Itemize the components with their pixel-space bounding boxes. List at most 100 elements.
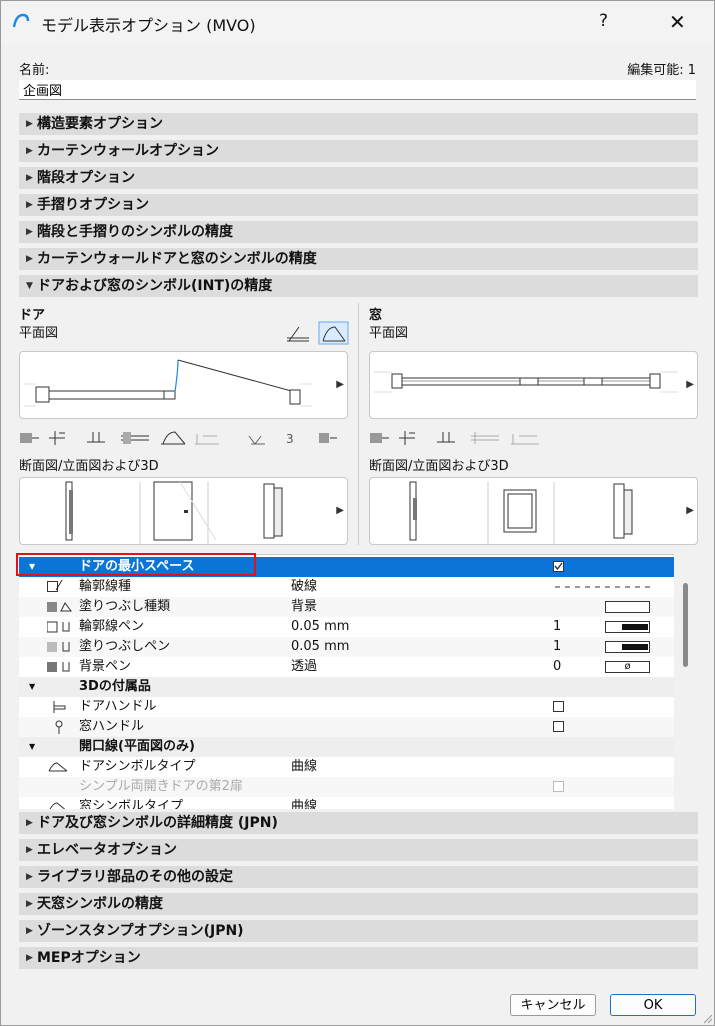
tree-row-window-symbol-type[interactable]: 窓シンボルタイプ 曲線 <box>19 797 674 809</box>
window-swing-icon <box>49 802 66 809</box>
second-leaf-checkbox <box>553 777 564 797</box>
section-cw-door-window-symbol[interactable]: ▶ カーテンウォールドアと窓のシンボルの精度 <box>19 248 698 270</box>
window-3d-preview[interactable]: ▶ <box>369 477 698 545</box>
door-fill-icon[interactable] <box>20 433 39 443</box>
window-handle-checkbox[interactable] <box>553 717 564 737</box>
preview-arrow-icon[interactable]: ▶ <box>336 505 344 516</box>
close-button[interactable]: ✕ <box>669 10 686 34</box>
door-symbol-straight-icon[interactable] <box>287 326 309 342</box>
background-pen-icon <box>47 662 70 672</box>
window-3d-drawing <box>409 481 633 544</box>
section-railing-options[interactable]: ▶ 手摺りオプション <box>19 194 698 216</box>
tree-group-3d-accessories[interactable]: ▼ 3Dの付属品 <box>19 677 674 697</box>
mvo-dialog: モデル表示オプション (MVO) ? ✕ 名前: 編集可能: 1 ▶構造要素オプ… <box>0 0 715 1026</box>
section-library-other-settings[interactable]: ▶ ライブラリ部品のその他の設定 <box>19 866 698 888</box>
door-plan-drawing <box>24 359 312 407</box>
archicad-icon <box>12 13 30 28</box>
door-plan-label: 平面図 <box>19 326 59 341</box>
pen-swatch[interactable] <box>605 637 650 657</box>
section-stair-railing-symbol[interactable]: ▶ 階段と手摺りのシンボルの精度 <box>19 221 698 243</box>
door-3d-preview[interactable]: ▶ <box>19 477 348 545</box>
door-handle-checkbox[interactable] <box>553 697 564 717</box>
panel-divider <box>358 303 359 545</box>
preview-arrow-icon[interactable]: ▶ <box>686 379 694 390</box>
section-door-window-detail-jpn[interactable]: ▶ ドア及び窓シンボルの詳細精度 (JPN) <box>19 812 698 834</box>
resize-grip-icon[interactable] <box>701 1012 713 1024</box>
door-marker-icon[interactable] <box>319 433 337 443</box>
window-title: モデル表示オプション (MVO) <box>41 16 256 35</box>
door-swing-icon[interactable] <box>161 431 186 445</box>
section-door-window-symbol-int[interactable]: ▼ ドアおよび窓のシンボル(INT)の精度 <box>19 275 698 297</box>
collapse-arrow-icon[interactable]: ▼ <box>29 737 35 757</box>
tree-scrollbar[interactable] <box>683 583 688 667</box>
collapse-arrow-icon[interactable]: ▼ <box>29 677 35 697</box>
section-zone-stamp-jpn[interactable]: ▶ ゾーンスタンプオプション(JPN) <box>19 920 698 942</box>
section-elevator-options[interactable]: ▶ エレベータオプション <box>19 839 698 861</box>
section-skylight-symbol[interactable]: ▶ 天窓シンボルの精度 <box>19 893 698 915</box>
door-plan-preview[interactable]: ▶ <box>19 351 348 419</box>
collapse-arrow-icon: ▼ <box>26 281 33 291</box>
expand-arrow-icon: ▶ <box>26 899 33 909</box>
window-plan-preview[interactable]: ▶ <box>369 351 698 419</box>
name-input[interactable] <box>19 80 696 100</box>
tree-row-fill-pen[interactable]: 塗りつぶしペン 0.05 mm 1 <box>19 637 674 657</box>
expand-arrow-icon: ▶ <box>26 845 33 855</box>
preview-arrow-icon[interactable]: ▶ <box>336 379 344 390</box>
min-space-checkbox[interactable] <box>553 557 564 577</box>
expand-arrow-icon: ▶ <box>26 254 33 264</box>
dashed-line-icon <box>555 586 651 588</box>
expand-arrow-icon: ▶ <box>26 227 33 237</box>
tree-row-double-door-second-leaf: シンプル両開きドアの第2扉 <box>19 777 674 797</box>
window-reveal-icon[interactable] <box>399 431 415 445</box>
door-swing-icon <box>48 762 68 772</box>
door-reveal-icon[interactable] <box>49 431 65 445</box>
door-title: ドア <box>19 308 46 323</box>
checkmark-icon <box>554 562 563 571</box>
door-threshold-icon[interactable] <box>195 434 219 445</box>
expand-arrow-icon: ▶ <box>26 926 33 936</box>
window-section-label: 断面図/立面図および3D <box>369 459 509 474</box>
tree-row-door-handle[interactable]: ドアハンドル <box>19 697 674 717</box>
edit-count: 編集可能: 1 <box>627 63 696 78</box>
expand-arrow-icon: ▶ <box>26 173 33 183</box>
tree-row-outline-type[interactable]: ⁄ 輪郭線種 破線 <box>19 577 674 597</box>
transparent-pen-swatch[interactable]: ø <box>605 657 650 677</box>
fill-swatch[interactable] <box>605 597 650 617</box>
window-symbol-toolbar <box>370 431 539 445</box>
expand-arrow-icon: ▶ <box>26 146 33 156</box>
window-fill-icon[interactable] <box>370 433 389 443</box>
window-board-icon[interactable] <box>511 434 539 445</box>
section-mep-options[interactable]: ▶ MEPオプション <box>19 947 698 969</box>
window-frame-icon[interactable] <box>471 432 499 444</box>
tree-row-fill-type[interactable]: 塗りつぶし種類 背景 <box>19 597 674 617</box>
section-curtainwall-options[interactable]: ▶ カーテンウォールオプション <box>19 140 698 162</box>
window-title: 窓 <box>369 308 383 323</box>
door-sill-icon[interactable] <box>87 432 105 443</box>
outline-type-icon: ⁄ <box>47 577 60 597</box>
window-handle-icon <box>55 720 63 734</box>
door-section-label: 断面図/立面図および3D <box>19 459 159 474</box>
tree-row-background-pen[interactable]: 背景ペン 透過 0 ø <box>19 657 674 677</box>
door-symbol-type-icons <box>287 321 349 345</box>
title-bar: モデル表示オプション (MVO) ? ✕ <box>1 1 714 45</box>
door-handle-icon <box>53 701 66 713</box>
pen-swatch[interactable] <box>605 617 650 637</box>
section-structure-options[interactable]: ▶ 構造要素オプション <box>19 113 698 135</box>
ok-button[interactable]: OK <box>610 994 696 1016</box>
section-stair-options[interactable]: ▶ 階段オプション <box>19 167 698 189</box>
door-dimension-icon[interactable] <box>248 435 265 445</box>
tree-row-window-handle[interactable]: 窓ハンドル <box>19 717 674 737</box>
window-sill-icon[interactable] <box>437 432 455 443</box>
door-counter: 3 <box>286 432 294 446</box>
pen-icon <box>47 621 70 633</box>
cancel-button[interactable]: キャンセル <box>510 994 596 1016</box>
tree-row-door-symbol-type[interactable]: ドアシンボルタイプ 曲線 <box>19 757 674 777</box>
settings-tree: ▼ ドアの最小スペース ⁄ 輪郭線種 破線 塗りつぶし種類 背景 輪郭線ペン 0… <box>19 554 674 809</box>
tree-row-outline-pen[interactable]: 輪郭線ペン 0.05 mm 1 <box>19 617 674 637</box>
door-frame-icon[interactable] <box>121 432 149 444</box>
door-symbol-toolbar: 3 <box>20 431 337 446</box>
preview-arrow-icon[interactable]: ▶ <box>686 505 694 516</box>
help-button[interactable]: ? <box>599 11 608 31</box>
tree-group-opening-lines[interactable]: ▼ 開口線(平面図のみ) <box>19 737 674 757</box>
expand-arrow-icon: ▶ <box>26 953 33 963</box>
